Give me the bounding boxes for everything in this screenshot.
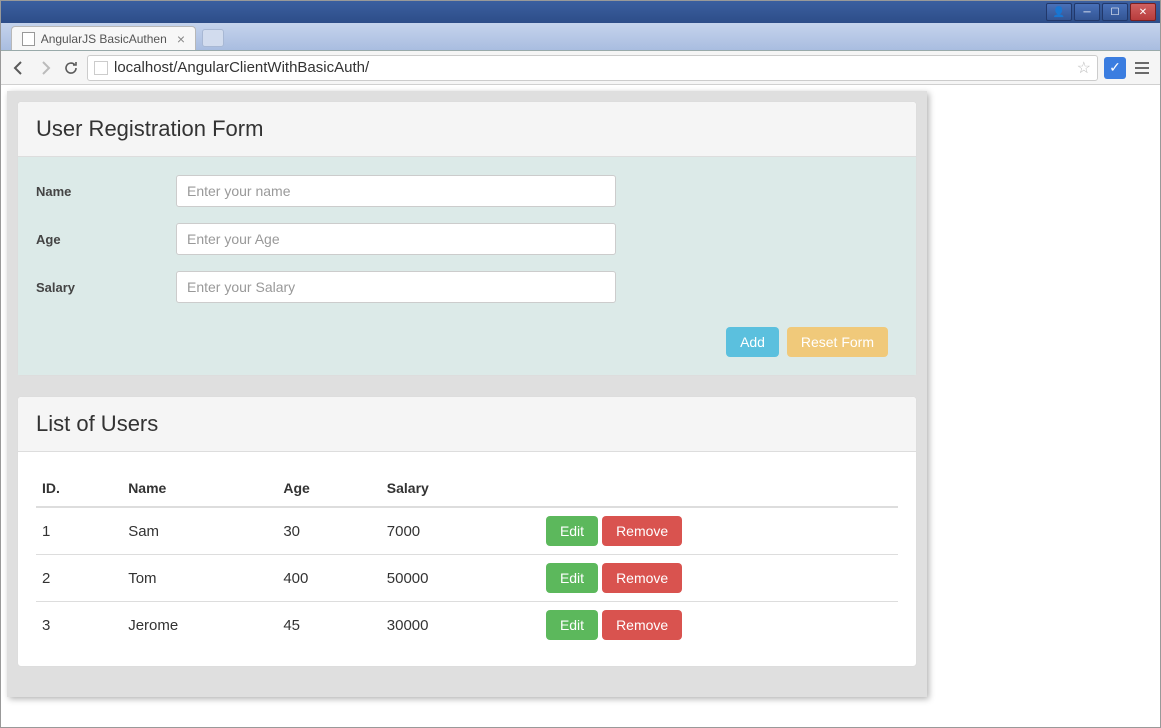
table-row: 1Sam307000EditRemove [36, 507, 898, 555]
cell-id: 1 [36, 507, 122, 555]
forward-button[interactable] [35, 58, 55, 78]
cell-name: Tom [122, 555, 277, 602]
registration-body: Name Age Salary Add Reset Form [18, 157, 916, 375]
maximize-button[interactable]: ☐ [1102, 3, 1128, 21]
cell-age: 45 [277, 602, 380, 649]
label-name: Name [36, 184, 176, 199]
users-table: ID. Name Age Salary 1Sam307000EditRemove… [36, 470, 898, 648]
remove-button[interactable]: Remove [602, 563, 682, 593]
users-list-heading: List of Users [18, 397, 916, 452]
table-header-row: ID. Name Age Salary [36, 470, 898, 507]
bookmark-star-icon[interactable]: ☆ [1077, 58, 1091, 78]
add-button[interactable]: Add [726, 327, 779, 357]
cell-name: Sam [122, 507, 277, 555]
reset-form-button[interactable]: Reset Form [787, 327, 888, 357]
browser-toolbar: ☆ ✓ [1, 51, 1160, 85]
page-viewport[interactable]: User Registration Form Name Age Salary [1, 85, 1160, 727]
site-icon [94, 61, 108, 75]
form-row-name: Name [36, 175, 898, 207]
age-input[interactable] [176, 223, 616, 255]
address-bar[interactable]: ☆ [87, 55, 1098, 81]
cell-age: 30 [277, 507, 380, 555]
cell-actions: EditRemove [536, 555, 898, 602]
salary-input[interactable] [176, 271, 616, 303]
form-row-salary: Salary [36, 271, 898, 303]
page-icon [22, 32, 35, 46]
form-row-age: Age [36, 223, 898, 255]
page-container: User Registration Form Name Age Salary [7, 91, 927, 697]
remove-button[interactable]: Remove [602, 516, 682, 546]
label-age: Age [36, 232, 176, 247]
user-icon[interactable]: 👤 [1046, 3, 1072, 21]
tab-title: AngularJS BasicAuthenica [41, 32, 167, 46]
users-list-panel: List of Users ID. Name Age Salary [17, 396, 917, 667]
hamburger-menu-icon[interactable] [1132, 58, 1152, 78]
edit-button[interactable]: Edit [546, 610, 598, 640]
cell-id: 2 [36, 555, 122, 602]
users-list-body: ID. Name Age Salary 1Sam307000EditRemove… [18, 452, 916, 666]
edit-button[interactable]: Edit [546, 563, 598, 593]
col-header-age: Age [277, 470, 380, 507]
window-titlebar: 👤 ─ ☐ ✕ [1, 1, 1160, 23]
cell-name: Jerome [122, 602, 277, 649]
table-row: 2Tom40050000EditRemove [36, 555, 898, 602]
name-input[interactable] [176, 175, 616, 207]
table-row: 3Jerome4530000EditRemove [36, 602, 898, 649]
edit-button[interactable]: Edit [546, 516, 598, 546]
tab-strip: AngularJS BasicAuthenica × [1, 23, 1160, 51]
reload-button[interactable] [61, 58, 81, 78]
cell-actions: EditRemove [536, 602, 898, 649]
cell-salary: 7000 [381, 507, 536, 555]
cell-salary: 50000 [381, 555, 536, 602]
col-header-name: Name [122, 470, 277, 507]
close-tab-icon[interactable]: × [177, 31, 185, 47]
close-window-button[interactable]: ✕ [1130, 3, 1156, 21]
col-header-actions [536, 470, 898, 507]
col-header-salary: Salary [381, 470, 536, 507]
extension-icon[interactable]: ✓ [1104, 57, 1126, 79]
registration-panel: User Registration Form Name Age Salary [17, 101, 917, 376]
col-header-id: ID. [36, 470, 122, 507]
form-actions: Add Reset Form [36, 327, 898, 357]
new-tab-button[interactable] [202, 29, 224, 47]
remove-button[interactable]: Remove [602, 610, 682, 640]
minimize-button[interactable]: ─ [1074, 3, 1100, 21]
back-button[interactable] [9, 58, 29, 78]
browser-tab[interactable]: AngularJS BasicAuthenica × [11, 26, 196, 50]
url-input[interactable] [114, 59, 1071, 76]
cell-salary: 30000 [381, 602, 536, 649]
cell-id: 3 [36, 602, 122, 649]
label-salary: Salary [36, 280, 176, 295]
registration-heading: User Registration Form [18, 102, 916, 157]
cell-age: 400 [277, 555, 380, 602]
browser-window: 👤 ─ ☐ ✕ AngularJS BasicAuthenica × ☆ ✓ [0, 0, 1161, 728]
cell-actions: EditRemove [536, 507, 898, 555]
